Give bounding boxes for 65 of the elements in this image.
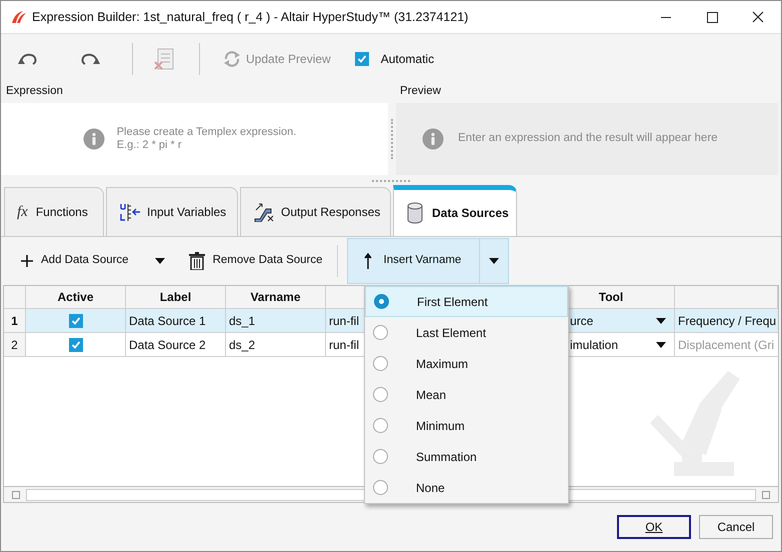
tab[interactable]: Output Responses [240,187,391,236]
tab[interactable]: fx Functions [4,187,104,236]
hint-text: E.g.: 2 * pi * r [116,139,183,152]
column-header[interactable]: Active [26,286,126,308]
trash-icon [188,252,205,270]
input-variable-icon [119,202,141,222]
row-number: 2 [4,333,26,356]
table-cell: ds_2 [226,333,326,356]
section-label: Preview [400,84,441,100]
hint-text: Please create a Templex expression. [116,126,296,139]
app-logo-icon [10,10,26,24]
column-header[interactable]: Label [126,286,226,308]
hint-text: Enter an expression and the result will appear here [458,131,718,146]
dialog-button[interactable]: Cancel [699,515,773,539]
plus-icon [21,255,33,267]
section-label: Expression [6,84,64,100]
menu-item[interactable]: Mean [365,379,568,410]
output-response-icon [253,202,275,222]
clear-document-icon[interactable] [153,46,175,70]
table-cell-text: run-fil [329,336,360,354]
caret-icon[interactable] [656,318,666,324]
menu-item[interactable]: Minimum [365,410,568,441]
window-title: Expression Builder: 1st_natural_freq ( r_4 ) - Altair HyperStudy™ (31.2374121) [32,8,468,26]
radio-button[interactable] [373,325,388,340]
tab[interactable]: Data Sources [393,185,517,236]
radio-button[interactable] [373,356,388,371]
table-cell: ds_1 [226,309,326,332]
table-cell-text: run-fil [329,312,360,330]
automatic-label: Automatic [380,50,434,68]
menu-item[interactable]: Summation [365,441,568,472]
caret-icon [488,258,499,264]
radio-button[interactable] [373,418,388,433]
table-cell: Data Source 1 [126,309,226,332]
add-data-source-button[interactable]: Add Data Source [21,252,129,270]
arrow-up-icon [364,253,372,269]
table-cell-text: Displacement (Gri [678,336,774,354]
tab[interactable]: Input Variables [106,187,238,236]
radio-button[interactable] [373,387,388,402]
column-header[interactable]: Varname [226,286,326,308]
row-number: 1 [4,309,26,332]
dialog-button[interactable]: OK [617,515,691,539]
info-icon [82,128,105,150]
insert-varname-button[interactable]: Insert Varname [346,238,509,284]
table-cell-text: Frequency / Frequ [678,312,776,330]
expression-panel[interactable]: Please create a Templex expression. E.g.: 2 * pi * r [1,103,388,175]
menu-item[interactable]: First Element [365,286,568,317]
menu-item[interactable]: Last Element [365,317,568,348]
database-icon [406,202,424,224]
function-icon: fx [17,200,28,224]
radio-button[interactable] [373,449,388,464]
table-cell-text: urce [570,312,594,330]
table-cell: Data Source 2 [126,333,226,356]
menu-item[interactable]: None [365,472,568,503]
caret-icon[interactable] [154,258,165,264]
remove-data-source-button[interactable]: Remove Data Source [188,252,323,270]
info-icon [422,128,444,150]
checkbox[interactable] [68,338,82,352]
checkbox[interactable] [354,52,369,66]
checkbox[interactable] [68,314,82,328]
menu-item[interactable]: Maximum [365,348,568,379]
radio-button[interactable] [374,294,389,309]
table-cell-text: imulation [570,336,618,354]
refresh-icon [222,50,242,68]
radio-button[interactable] [373,480,388,495]
caret-icon[interactable] [656,342,666,348]
